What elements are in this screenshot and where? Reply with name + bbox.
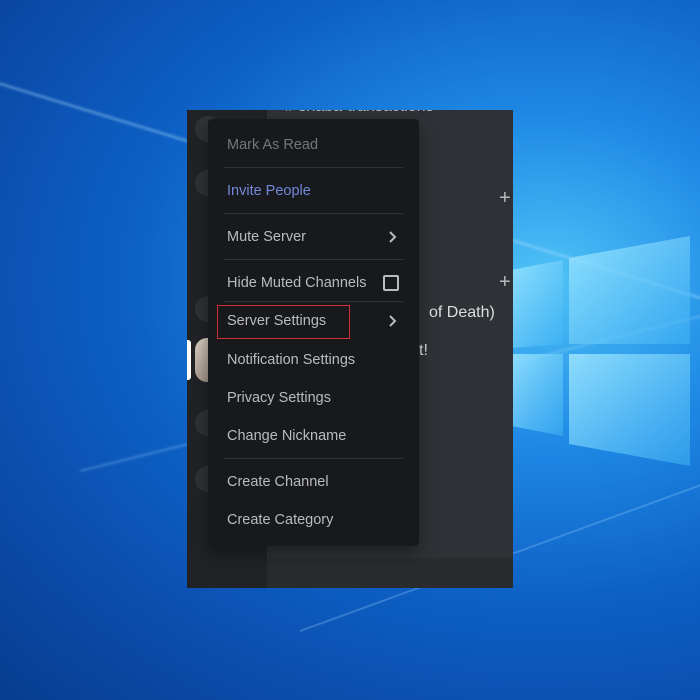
- menu-separator: [224, 167, 403, 168]
- menu-item-label: Invite People: [227, 183, 311, 199]
- menu-item-label: Mark As Read: [227, 137, 319, 153]
- menu-item-notification-settings[interactable]: Notification Settings: [216, 343, 411, 377]
- user-panel: [267, 558, 513, 588]
- windows-logo-icon: [511, 236, 690, 466]
- channel-name: shaba-transactions: [298, 110, 433, 115]
- menu-separator: [224, 458, 403, 459]
- menu-separator: [224, 301, 403, 302]
- chevron-right-icon: [389, 315, 397, 327]
- channel-header[interactable]: # shaba-transactions: [285, 110, 434, 116]
- menu-item-change-nickname[interactable]: Change Nickname: [216, 419, 411, 453]
- server-settings-highlight-box: [217, 305, 350, 339]
- menu-item-label: Create Category: [227, 512, 334, 528]
- menu-item-hide-muted-channels[interactable]: Hide Muted Channels: [216, 266, 411, 300]
- menu-item-label: Hide Muted Channels: [227, 275, 367, 291]
- menu-item-mute-server[interactable]: Mute Server: [216, 220, 411, 254]
- menu-item-label: Mute Server: [227, 229, 306, 245]
- menu-item-invite-people[interactable]: Invite People: [216, 174, 411, 208]
- menu-item-create-category[interactable]: Create Category: [216, 503, 411, 537]
- menu-item-label: Privacy Settings: [227, 390, 331, 406]
- menu-separator: [224, 213, 403, 214]
- chevron-right-icon: [389, 231, 397, 243]
- menu-item-label: Notification Settings: [227, 352, 356, 368]
- menu-item-create-channel[interactable]: Create Channel: [216, 465, 411, 499]
- plus-icon[interactable]: +: [499, 272, 511, 292]
- checkbox-icon[interactable]: [383, 275, 399, 291]
- channel-text-fragment: of Death): [429, 304, 495, 321]
- menu-item-label: Create Channel: [227, 474, 329, 490]
- menu-item-mark-as-read[interactable]: Mark As Read: [216, 128, 411, 162]
- menu-separator: [224, 259, 403, 260]
- active-server-indicator: [187, 340, 191, 380]
- plus-icon[interactable]: +: [499, 188, 511, 208]
- menu-item-privacy-settings[interactable]: Privacy Settings: [216, 381, 411, 415]
- hash-icon: #: [285, 110, 294, 115]
- channel-text-fragment: t!: [419, 342, 428, 359]
- menu-item-label: Change Nickname: [227, 428, 347, 444]
